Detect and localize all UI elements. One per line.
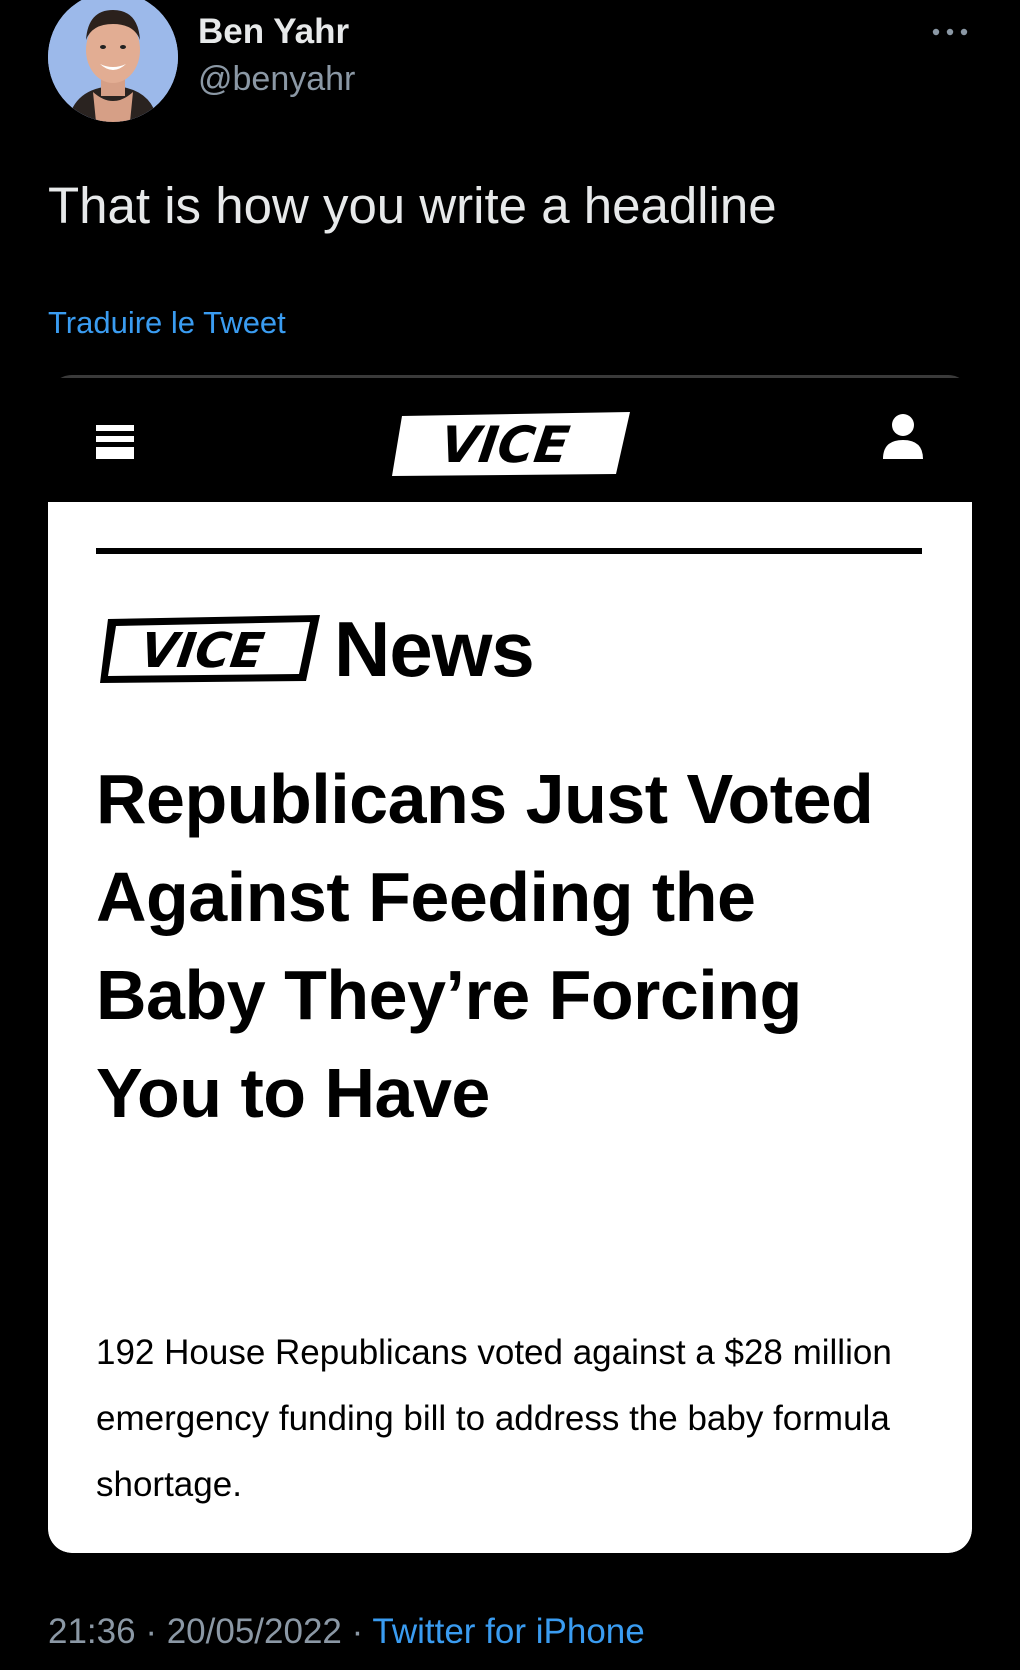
tweet-text: That is how you write a headline [48,177,777,234]
article-top-rule [96,548,922,554]
translate-tweet-link[interactable]: Traduire le Tweet [48,305,286,341]
tweet-time: 21:36 [48,1612,136,1651]
article-dek: 192 House Republicans voted against a $2… [96,1333,892,1504]
more-horizontal-icon[interactable] [930,22,970,42]
user-icon [883,414,923,459]
meta-separator: · [351,1612,364,1651]
author-avatar[interactable] [48,0,178,122]
vice-news-logo: VICE [100,615,320,683]
vice-news-branding: VICE News [96,604,535,693]
author-display-name[interactable]: Ben Yahr [198,12,349,52]
meta-separator: · [145,1612,157,1651]
hamburger-menu-icon [96,425,134,459]
tweet-media-image[interactable]: VICE VICE News Republicans Just Voted Ag… [48,375,972,1553]
vice-news-logo-text: VICE [137,623,268,679]
vice-logo: VICE [392,412,630,476]
vice-logo-text: VICE [437,415,573,474]
article-headline[interactable]: Republicans Just Voted Against Feeding t… [96,750,896,1142]
tweet-source-link[interactable]: Twitter for iPhone [372,1612,644,1651]
section-label: News [334,604,535,693]
tweet-meta: 21:36 · 20/05/2022 · Twitter for iPhone [48,1612,645,1652]
tweet-date: 20/05/2022 [166,1612,342,1651]
vice-site-header: VICE [48,378,972,500]
vice-article: VICE News Republicans Just Voted Against… [48,502,972,1553]
author-handle[interactable]: @benyahr [198,60,355,99]
